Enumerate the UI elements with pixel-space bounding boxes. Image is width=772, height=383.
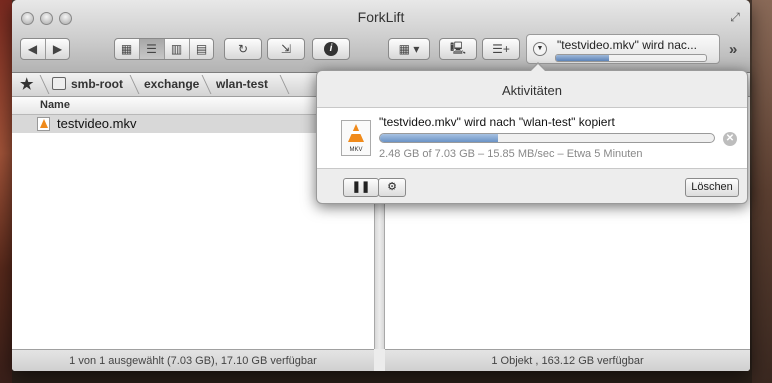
job-progress-fill xyxy=(380,134,498,142)
coverflow-view-button[interactable]: ▤ xyxy=(190,39,214,59)
sync-button[interactable]: ⇲ xyxy=(267,38,305,60)
sync-icon: ⇲ xyxy=(280,42,292,56)
activity-indicator-text: "testvideo.mkv" wird nac... xyxy=(557,38,697,52)
pause-button[interactable]: ❚❚ xyxy=(343,178,379,197)
view-mode-control: ▦ ☰ ▥ ▤ xyxy=(114,38,214,60)
activity-indicator-progress xyxy=(555,54,707,62)
list-icon: ☰ xyxy=(146,42,157,56)
desktop-background-left xyxy=(0,0,12,383)
window-title: ForkLift xyxy=(357,9,405,25)
toolbar-overflow-button[interactable]: » xyxy=(729,41,737,58)
chevron-left-icon: ◀ xyxy=(27,42,38,56)
breadcrumb-item-smb-root[interactable]: smb-root xyxy=(52,73,123,96)
fullscreen-icon[interactable]: ⤢ xyxy=(728,10,742,24)
column-header-label: Name xyxy=(40,99,70,111)
gear-icon: ⚙ xyxy=(387,181,397,193)
list-view-button[interactable]: ☰ xyxy=(139,39,165,59)
file-name: testvideo.mkv xyxy=(57,116,137,131)
network-drive-icon xyxy=(52,77,66,90)
left-status-bar: 1 von 1 ausgewählt (7.03 GB), 17.10 GB v… xyxy=(12,349,374,371)
column-view-button[interactable]: ▥ xyxy=(165,39,190,59)
refresh-icon: ↻ xyxy=(237,42,249,56)
job-progress-bar xyxy=(379,133,715,143)
columns-icon: ▥ xyxy=(170,42,183,56)
grid-icon: ▦ xyxy=(120,42,133,56)
icon-view-button[interactable]: ▦ xyxy=(115,39,140,59)
forward-button[interactable]: ▶ xyxy=(46,39,70,59)
refresh-button[interactable]: ↻ xyxy=(224,38,262,60)
back-button[interactable]: ◀ xyxy=(21,39,46,59)
computer-icon: 🖳 xyxy=(449,40,466,55)
breadcrumb-label: smb-root xyxy=(71,77,123,91)
action-menu-button[interactable]: ▦ ▾ xyxy=(388,38,430,60)
settings-button[interactable]: ⚙ xyxy=(378,178,406,197)
activity-indicator-progress-fill xyxy=(556,55,609,61)
dropdown-arrow-icon[interactable]: ▼ xyxy=(533,42,547,56)
connect-button[interactable]: 🖳 xyxy=(439,38,477,60)
info-button[interactable]: i xyxy=(312,38,350,60)
desktop-background-right xyxy=(752,0,772,383)
vlc-file-icon xyxy=(37,117,50,131)
breadcrumb-item-exchange[interactable]: exchange xyxy=(144,73,199,96)
job-title: "testvideo.mkv" wird nach "wlan-test" ko… xyxy=(379,115,615,129)
add-favorite-button[interactable]: ☰+ xyxy=(482,38,520,60)
activity-job: MKV "testvideo.mkv" wird nach "wlan-test… xyxy=(317,107,747,169)
back-forward-control: ◀ ▶ xyxy=(20,38,70,60)
titlebar: ForkLift ⤢ ◀ ▶ ▦ ☰ ▥ ▤ ↻ ⇲ i ▦ ▾ 🖳 ☰+ ▼ … xyxy=(12,0,750,73)
popover-title: Aktivitäten xyxy=(502,83,562,98)
info-icon: i xyxy=(324,42,338,56)
breadcrumb-item-wlan-test[interactable]: wlan-test xyxy=(216,73,268,96)
job-status: 2.48 GB of 7.03 GB – 15.85 MB/sec – Etwa… xyxy=(379,148,643,160)
coverflow-icon: ▤ xyxy=(195,42,208,56)
pause-icon: ❚❚ xyxy=(351,181,371,193)
file-extension-label: MKV xyxy=(349,147,363,153)
clear-button[interactable]: Löschen xyxy=(685,178,739,197)
activity-indicator[interactable]: ▼ "testvideo.mkv" wird nac... xyxy=(526,34,720,64)
right-status-bar: 1 Objekt , 163.12 GB verfügbar xyxy=(385,349,750,371)
vlc-file-icon: MKV xyxy=(341,120,371,156)
breadcrumb-separator xyxy=(269,75,290,94)
cancel-job-icon[interactable]: ✕ xyxy=(723,132,737,146)
add-list-icon: ☰+ xyxy=(492,42,510,56)
chevron-right-icon: ▶ xyxy=(52,42,63,56)
apps-grid-icon: ▦ ▾ xyxy=(398,42,420,56)
activities-popover: Aktivitäten MKV "testvideo.mkv" wird nac… xyxy=(316,62,748,204)
